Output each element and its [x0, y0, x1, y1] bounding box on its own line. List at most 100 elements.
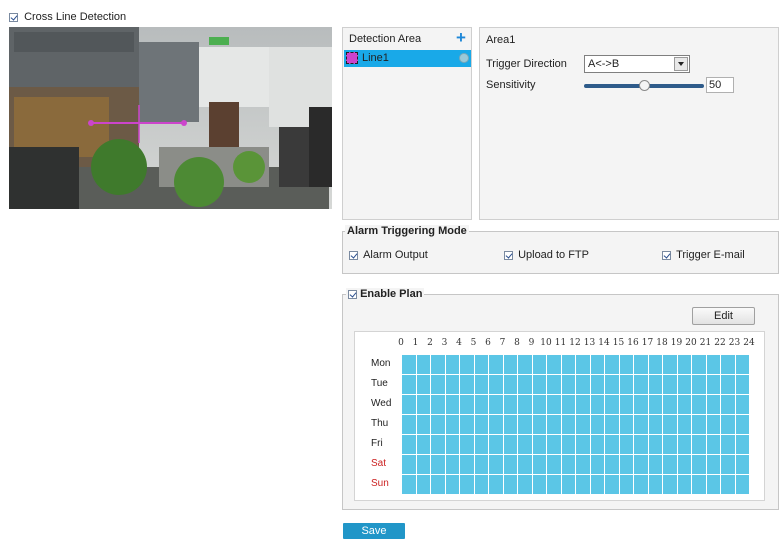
- schedule-cell[interactable]: [489, 355, 504, 375]
- schedule-cell[interactable]: [648, 435, 663, 455]
- schedule-cell[interactable]: [532, 355, 547, 375]
- schedule-cell[interactable]: [706, 375, 721, 395]
- schedule-cell[interactable]: [474, 475, 489, 495]
- schedule-cell[interactable]: [547, 435, 562, 455]
- schedule-cell[interactable]: [402, 395, 417, 415]
- schedule-cell[interactable]: [721, 475, 736, 495]
- schedule-cell[interactable]: [431, 455, 446, 475]
- enable-plan-checkbox[interactable]: [348, 289, 357, 299]
- schedule-cell[interactable]: [605, 415, 620, 435]
- schedule-cell[interactable]: [721, 355, 736, 375]
- schedule-cell[interactable]: [474, 435, 489, 455]
- schedule-cell[interactable]: [460, 375, 475, 395]
- schedule-cell[interactable]: [605, 375, 620, 395]
- schedule-cell[interactable]: [561, 375, 576, 395]
- sensitivity-slider[interactable]: [584, 80, 704, 91]
- schedule-cell[interactable]: [503, 415, 518, 435]
- schedule-cell[interactable]: [416, 435, 431, 455]
- plus-icon[interactable]: +: [456, 28, 466, 48]
- schedule-cell[interactable]: [489, 455, 504, 475]
- schedule-cell[interactable]: [619, 415, 634, 435]
- schedule-cell[interactable]: [532, 455, 547, 475]
- schedule-cell[interactable]: [663, 355, 678, 375]
- schedule-cell[interactable]: [503, 375, 518, 395]
- schedule-cell[interactable]: [706, 395, 721, 415]
- schedule-cell[interactable]: [663, 475, 678, 495]
- schedule-cell[interactable]: [445, 455, 460, 475]
- schedule-cell[interactable]: [576, 375, 591, 395]
- schedule-cell[interactable]: [474, 355, 489, 375]
- schedule-cell[interactable]: [489, 415, 504, 435]
- schedule-cell[interactable]: [634, 455, 649, 475]
- schedule-cell[interactable]: [402, 455, 417, 475]
- schedule-cell[interactable]: [706, 455, 721, 475]
- schedule-cell[interactable]: [445, 355, 460, 375]
- schedule-cell[interactable]: [561, 395, 576, 415]
- schedule-cell[interactable]: [576, 475, 591, 495]
- schedule-cell[interactable]: [677, 475, 692, 495]
- schedule-cell[interactable]: [460, 455, 475, 475]
- schedule-cell[interactable]: [532, 395, 547, 415]
- schedule-cell[interactable]: [663, 375, 678, 395]
- schedule-cell[interactable]: [706, 475, 721, 495]
- schedule-cell[interactable]: [721, 395, 736, 415]
- schedule-cell[interactable]: [561, 355, 576, 375]
- live-video-view[interactable]: [9, 27, 332, 209]
- schedule-cell[interactable]: [561, 475, 576, 495]
- schedule-cell[interactable]: [590, 435, 605, 455]
- schedule-cell[interactable]: [735, 415, 750, 435]
- schedule-cell[interactable]: [648, 395, 663, 415]
- schedule-cell[interactable]: [648, 355, 663, 375]
- schedule-cell[interactable]: [590, 355, 605, 375]
- schedule-cell[interactable]: [576, 395, 591, 415]
- schedule-cell[interactable]: [445, 415, 460, 435]
- schedule-cell[interactable]: [605, 435, 620, 455]
- schedule-cell[interactable]: [735, 475, 750, 495]
- list-item[interactable]: Line1: [344, 50, 471, 67]
- schedule-cell[interactable]: [431, 415, 446, 435]
- schedule-cell[interactable]: [503, 355, 518, 375]
- schedule-cell[interactable]: [402, 435, 417, 455]
- schedule-cell[interactable]: [706, 355, 721, 375]
- schedule-cell[interactable]: [619, 435, 634, 455]
- schedule-cell[interactable]: [402, 355, 417, 375]
- slider-thumb[interactable]: [639, 80, 650, 91]
- schedule-cell[interactable]: [692, 355, 707, 375]
- schedule-cell[interactable]: [402, 375, 417, 395]
- schedule-cell[interactable]: [445, 475, 460, 495]
- schedule-cell[interactable]: [445, 375, 460, 395]
- schedule-cell[interactable]: [648, 375, 663, 395]
- schedule-cell[interactable]: [692, 395, 707, 415]
- schedule-cell[interactable]: [663, 415, 678, 435]
- schedule-cell[interactable]: [474, 375, 489, 395]
- schedule-cell[interactable]: [576, 455, 591, 475]
- schedule-cell[interactable]: [503, 455, 518, 475]
- schedule-cell[interactable]: [460, 475, 475, 495]
- schedule-cell[interactable]: [619, 395, 634, 415]
- upload-ftp-option[interactable]: Upload to FTP: [504, 249, 589, 261]
- schedule-cell[interactable]: [518, 435, 533, 455]
- schedule-cell[interactable]: [590, 475, 605, 495]
- schedule-cell[interactable]: [431, 435, 446, 455]
- schedule-cell[interactable]: [590, 455, 605, 475]
- schedule-cell[interactable]: [677, 455, 692, 475]
- schedule-cell[interactable]: [706, 415, 721, 435]
- schedule-cell[interactable]: [576, 355, 591, 375]
- schedule-cell[interactable]: [735, 435, 750, 455]
- schedule-cell[interactable]: [663, 455, 678, 475]
- schedule-cell[interactable]: [561, 435, 576, 455]
- schedule-cell[interactable]: [547, 355, 562, 375]
- schedule-cell[interactable]: [518, 395, 533, 415]
- schedule-cell[interactable]: [692, 455, 707, 475]
- schedule-cell[interactable]: [634, 415, 649, 435]
- schedule-cell[interactable]: [460, 355, 475, 375]
- schedule-cell[interactable]: [605, 395, 620, 415]
- schedule-cell[interactable]: [547, 375, 562, 395]
- schedule-cell[interactable]: [402, 475, 417, 495]
- trigger-direction-select[interactable]: A<->B: [584, 55, 690, 73]
- schedule-cell[interactable]: [692, 435, 707, 455]
- chevron-down-icon[interactable]: [674, 57, 688, 71]
- schedule-cell[interactable]: [677, 395, 692, 415]
- schedule-cell[interactable]: [721, 435, 736, 455]
- schedule-cell[interactable]: [648, 475, 663, 495]
